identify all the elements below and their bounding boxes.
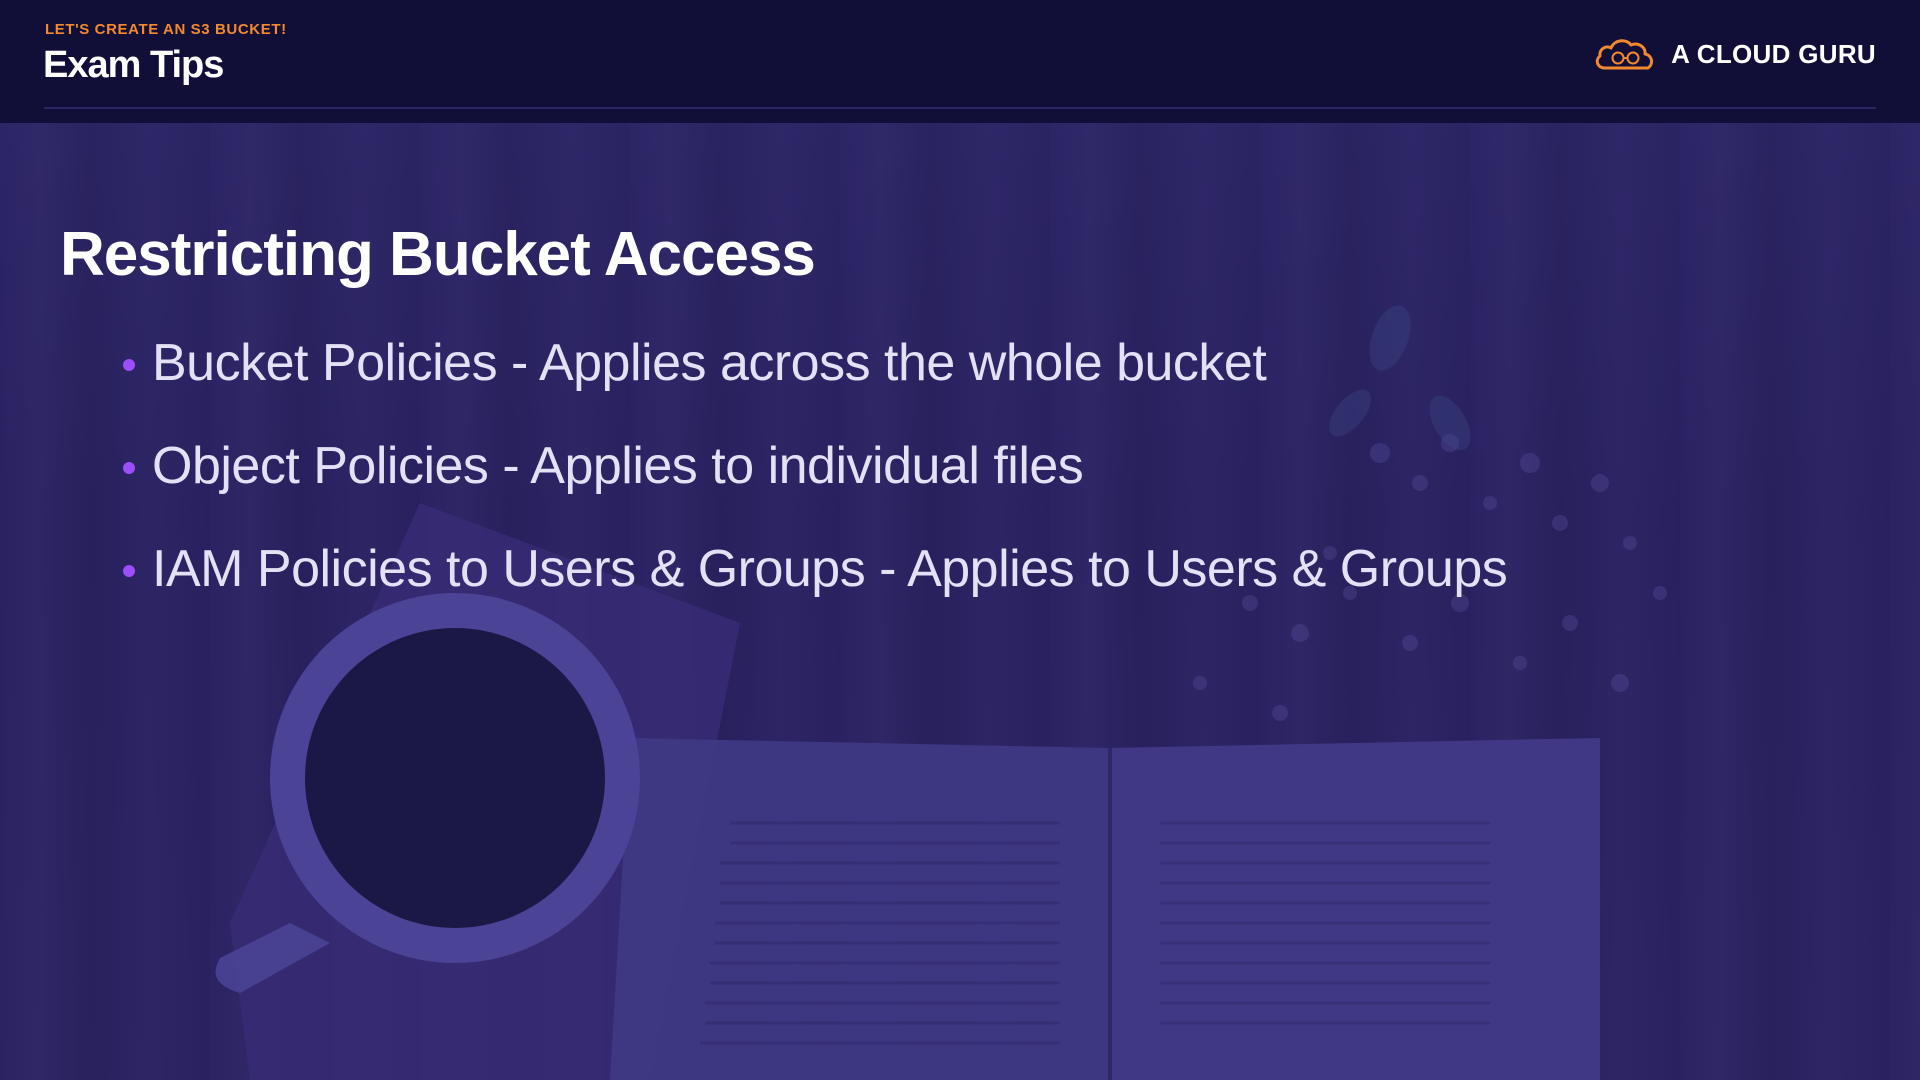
brand: A CLOUD GURU (1593, 34, 1876, 74)
brand-name: A CLOUD GURU (1671, 38, 1876, 69)
section-title: Exam Tips (43, 44, 224, 86)
bullet-item: Object Policies - Applies to individual … (120, 436, 1507, 539)
bullet-item: Bucket Policies - Applies across the who… (120, 333, 1507, 436)
bullet-text: Object Policies - Applies to individual … (152, 437, 1084, 495)
header-divider (44, 107, 1876, 109)
section-eyebrow: LET'S CREATE AN S3 BUCKET! (45, 21, 287, 38)
bullet-item: IAM Policies to Users & Groups - Applies… (120, 539, 1508, 642)
slide-content: Restricting Bucket Access Bucket Policie… (0, 123, 1920, 1080)
slide: LET'S CREATE AN S3 BUCKET! Exam Tips A C… (0, 0, 1920, 1080)
slide-heading: Restricting Bucket Access (60, 220, 816, 289)
cloud-logo-icon (1595, 39, 1654, 70)
slide-header: LET'S CREATE AN S3 BUCKET! Exam Tips A C… (0, 0, 1920, 123)
bullet-text: IAM Policies to Users & Groups - Applies… (152, 540, 1508, 598)
bullet-text: Bucket Policies - Applies across the who… (152, 334, 1267, 392)
bullet-dot-icon (123, 359, 135, 371)
bullet-dot-icon (123, 565, 135, 577)
bullet-list: Bucket Policies - Applies across the who… (120, 333, 1508, 642)
bullet-dot-icon (123, 462, 135, 474)
